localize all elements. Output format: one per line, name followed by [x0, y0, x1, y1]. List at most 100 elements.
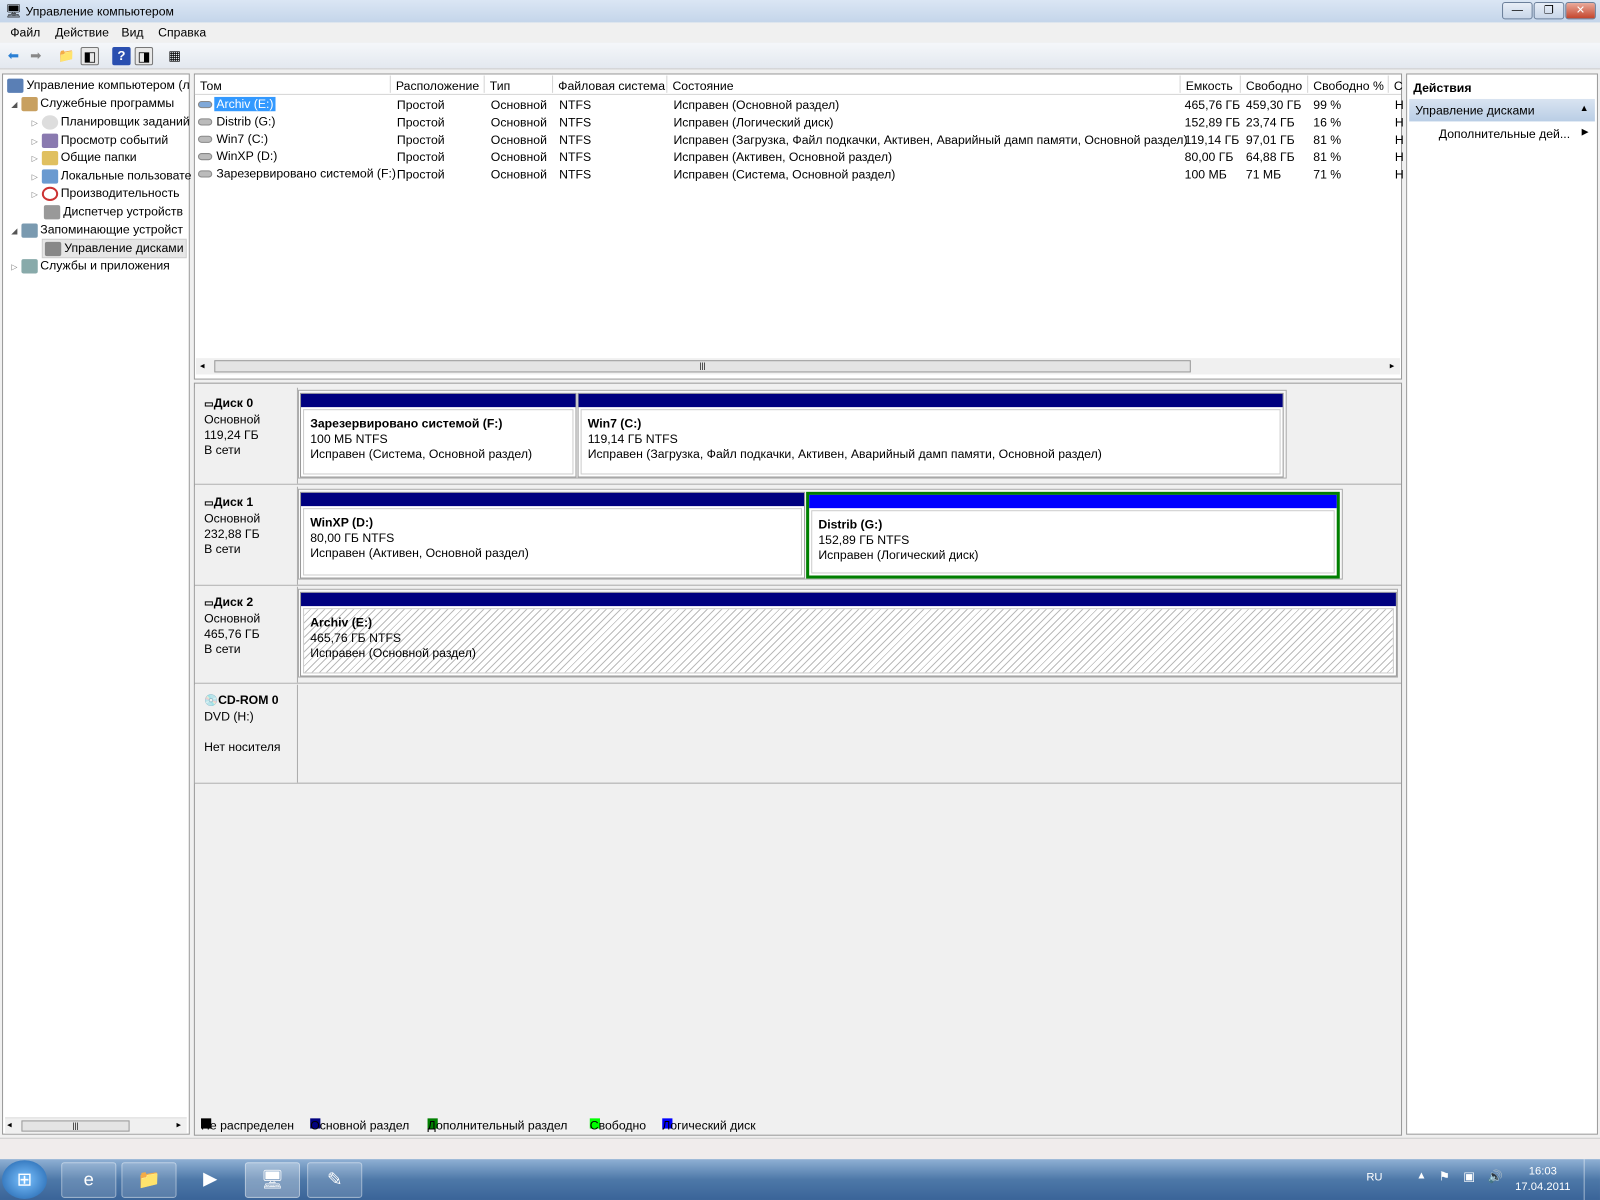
volume-row[interactable]: Зарезервировано системой (F:) Простой Осно… [195, 165, 1404, 182]
cell-col3: NTFS [559, 115, 592, 130]
disk-label: ▭Диск 2 Основной 465,76 ГБ В сети [194, 586, 298, 683]
minimize-button[interactable]: — [1502, 2, 1533, 20]
partition-block[interactable]: Distrib (G:) 152,89 ГБ NTFS Исправен (Ло… [806, 491, 1340, 579]
menu-action[interactable]: Действие [55, 26, 109, 40]
services-icon [20, 259, 38, 274]
actions-section-disk-management[interactable]: Управление дисками ▲ [1409, 98, 1595, 122]
tree-item-utilities[interactable]: ◢ Служебные программы [11, 96, 174, 112]
language-indicator[interactable]: RU [1366, 1171, 1382, 1183]
tree-item-services-apps[interactable]: ▷ Службы и приложения [11, 258, 170, 274]
tree-item-task-scheduler[interactable]: ▷ Планировщик заданий [32, 114, 190, 130]
menu-file[interactable]: Файл [10, 26, 40, 40]
status-bar [0, 1137, 1600, 1160]
volume-list-header: Том Расположение Тип Файловая система Со… [194, 75, 1403, 95]
volume-row[interactable]: Archiv (E:) Простой Основной NTFS Исправен (… [195, 96, 1404, 113]
tree-item-disk-management[interactable]: Управление дисками [41, 238, 187, 258]
tree-horizontal-scrollbar[interactable]: ◂ ||| ▸ [5, 1117, 187, 1134]
clock[interactable]: 16:03 17.04.2011 [1512, 1164, 1573, 1195]
volume-name: Зарезервировано системой (F:) [216, 166, 396, 181]
menu-help[interactable]: Справка [158, 26, 206, 40]
column-free-percent[interactable]: Свободно % [1308, 75, 1389, 93]
taskbar-internet-explorer[interactable]: e [61, 1162, 117, 1198]
partition-state: Исправен (Логический диск) [818, 547, 979, 563]
partition-title: WinXP (D:) [310, 515, 374, 530]
event-log-icon [41, 133, 58, 148]
column-volume[interactable]: Том [195, 75, 391, 93]
tree-item-event-viewer[interactable]: ▷ Просмотр событий [32, 133, 169, 148]
partition-block[interactable]: Зарезервировано системой (F:) 100 МБ NTF… [299, 392, 577, 478]
show-desktop-button[interactable] [1583, 1159, 1600, 1200]
tree-root[interactable]: Управление компьютером (л [7, 78, 190, 93]
more-actions-item[interactable]: Дополнительные дей... ▶ [1439, 127, 1592, 141]
partition-type-bar [301, 592, 1396, 607]
cell-col8: Н [1394, 149, 1404, 165]
taskbar-computer-management[interactable]: 🖥 [244, 1162, 300, 1198]
disk-label: ▭Диск 1 Основной 232,88 ГБ В сети [194, 486, 298, 585]
cell-col6: 97,01 ГБ [1245, 132, 1295, 147]
partition-type-bar [301, 492, 805, 507]
cell-col4: Исправен (Активен, Основной раздел) [673, 149, 893, 165]
properties-icon[interactable]: ▦ [165, 47, 183, 65]
cell-col2: Основной [490, 167, 547, 182]
up-folder-icon[interactable]: 📁 [57, 47, 75, 65]
back-icon[interactable]: ⬅ [4, 47, 22, 65]
tree-item-storage[interactable]: ◢ Запоминающие устройст [11, 222, 183, 238]
taskbar-notepad[interactable]: ✎ [307, 1162, 363, 1198]
cell-col3: NTFS [559, 132, 592, 147]
scrollbar-thumb[interactable]: ||| [21, 1120, 130, 1132]
actions-title: Действия [1413, 80, 1472, 95]
taskbar-media-player[interactable]: ▶ [183, 1162, 238, 1198]
submenu-arrow-icon: ▶ [1581, 126, 1589, 137]
partition-size: 80,00 ГБ NTFS [310, 530, 395, 545]
tree-item-local-users[interactable]: ▷ Локальные пользовате [32, 168, 192, 184]
volume-row[interactable]: Distrib (G:) Простой Основной NTFS Исправен … [195, 113, 1404, 130]
cell-col2: Основной [490, 149, 547, 165]
volume-list-horizontal-scrollbar[interactable]: ◂ ||| ▸ [195, 358, 1400, 375]
window-title: Управление компьютером [25, 4, 174, 19]
menu-view[interactable]: Вид [121, 26, 143, 40]
menu-bar: Файл Действие Вид Справка [0, 22, 1600, 43]
partition-block[interactable]: WinXP (D:) 80,00 ГБ NTFS Исправен (Актив… [299, 491, 806, 579]
tree-item-shared-folders[interactable]: ▷ Общие папки [32, 150, 137, 166]
show-hidden-icons[interactable]: ▲ [1416, 1170, 1426, 1181]
column-fault-tolerance[interactable]: С [1389, 76, 1403, 93]
column-capacity[interactable]: Емкость [1181, 75, 1241, 93]
column-layout[interactable]: Расположение [391, 75, 485, 93]
tools-icon [20, 96, 38, 112]
column-type[interactable]: Тип [485, 75, 554, 93]
column-free[interactable]: Свободно [1241, 75, 1309, 93]
performance-icon [41, 186, 58, 201]
action-center-flag-icon[interactable]: ⚑ [1439, 1169, 1450, 1183]
partition-block[interactable]: Win7 (C:) 119,14 ГБ NTFS Исправен (Загру… [577, 392, 1284, 478]
show-hide-actions-icon[interactable]: ◨ [134, 46, 154, 66]
show-hide-tree-icon[interactable]: ◧ [80, 46, 99, 66]
partition-block[interactable]: Archiv (E:) 465,76 ГБ NTFS Исправен (Осн… [299, 591, 1397, 677]
tree-item-device-manager[interactable]: Диспетчер устройств [43, 204, 183, 220]
close-button[interactable]: ✕ [1565, 2, 1596, 20]
volume-row[interactable]: Win7 (C:) Простой Основной NTFS Исправен (За… [195, 131, 1404, 148]
network-icon[interactable]: ▣ [1463, 1169, 1475, 1183]
scrollbar-thumb[interactable]: ||| [214, 360, 1191, 373]
cell-col4: Исправен (Система, Основной раздел) [673, 167, 896, 182]
volume-row[interactable]: WinXP (D:) Простой Основной NTFS Исправен (А… [195, 148, 1404, 165]
notepad-icon: ✎ [326, 1169, 343, 1190]
help-icon[interactable]: ? [112, 46, 131, 66]
taskbar-explorer[interactable]: 📁 [121, 1162, 177, 1198]
tree-item-performance[interactable]: ▷ Производительность [32, 186, 180, 201]
start-button[interactable]: ⊞ [2, 1160, 47, 1199]
column-status[interactable]: Состояние [667, 75, 1181, 93]
partition-size: 100 МБ NTFS [310, 431, 388, 446]
device-manager-icon [43, 204, 61, 220]
cell-col8: Н [1394, 167, 1404, 182]
cell-col2: Основной [490, 97, 547, 113]
cdrom-row[interactable]: 💿CD-ROM 0 DVD (H:) Нет носителя [194, 684, 1402, 784]
forward-icon[interactable]: ➡ [27, 47, 45, 65]
disk-label: ▭Диск 0 Основной 119,24 ГБ В сети [194, 387, 298, 484]
partition-type-bar [809, 494, 1337, 509]
column-filesystem[interactable]: Файловая система [553, 75, 668, 93]
partition-info: WinXP (D:) 80,00 ГБ NTFS Исправен (Актив… [303, 508, 803, 576]
navigation-tree: Управление компьютером (л ◢ Служебные пр… [2, 73, 192, 1135]
maximize-button[interactable]: ❐ [1533, 2, 1565, 20]
volume-icon[interactable]: 🔊 [1488, 1169, 1503, 1183]
cell-col2: Основной [490, 115, 547, 130]
